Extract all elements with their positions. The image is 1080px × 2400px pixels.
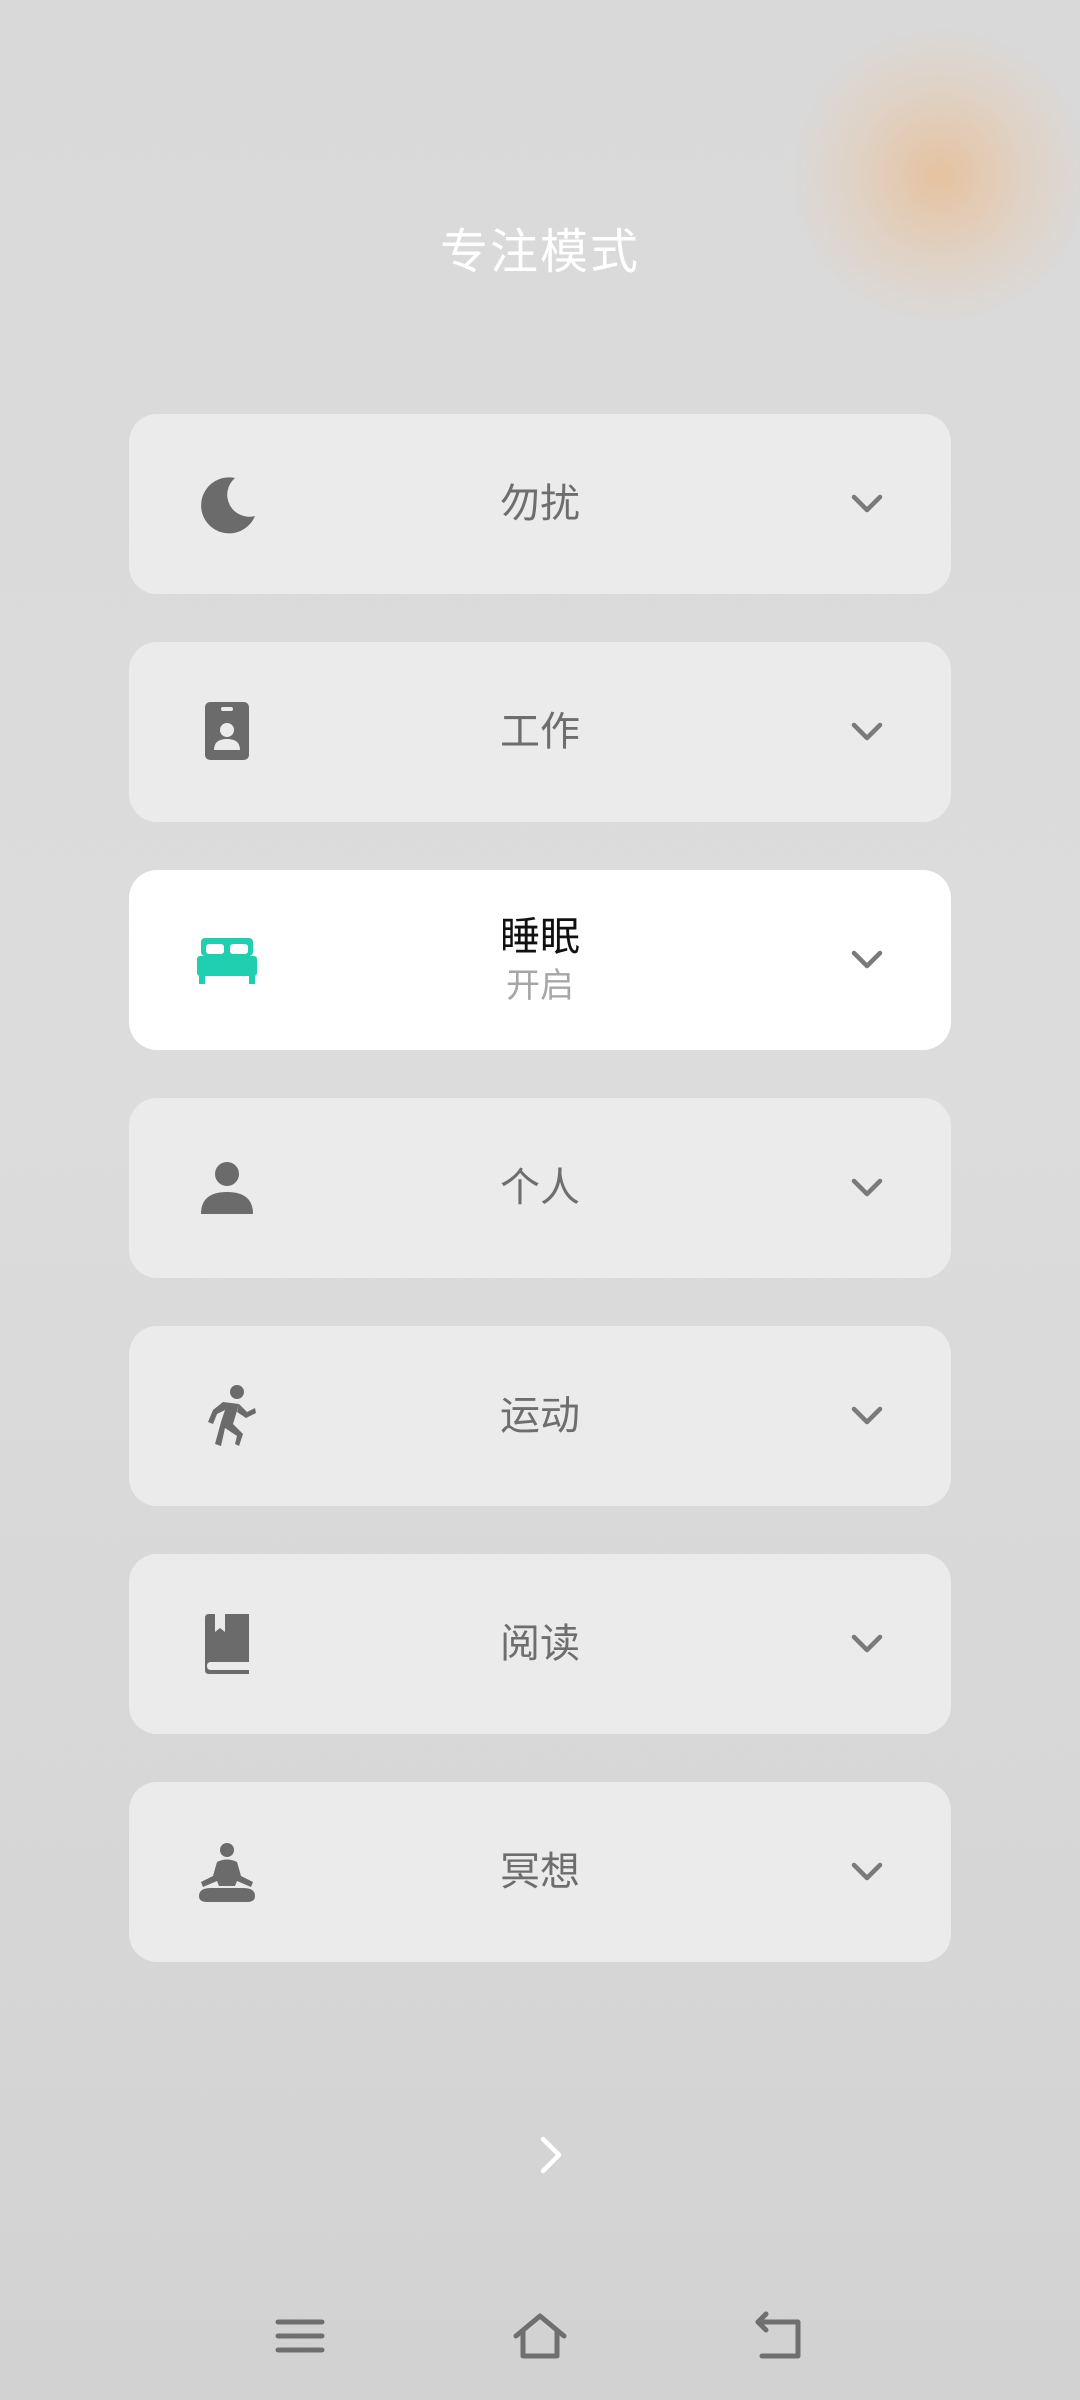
mode-label: 冥想 (500, 1849, 580, 1895)
mode-label: 运动 (500, 1393, 580, 1439)
page-title: 专注模式 (439, 224, 640, 280)
mode-card-meditation[interactable]: 冥想 (129, 1782, 951, 1962)
mode-card-work[interactable]: 工作 (129, 642, 951, 822)
mode-card-exercise[interactable]: 运动 (129, 1326, 951, 1506)
chevron-down-icon[interactable] (849, 1170, 885, 1206)
chevron-down-icon[interactable] (849, 714, 885, 750)
chevron-down-icon[interactable] (849, 1398, 885, 1434)
chevron-down-icon[interactable] (849, 1626, 885, 1662)
back-icon[interactable] (752, 2308, 808, 2364)
mode-label: 勿扰 (500, 481, 580, 527)
mode-card-dnd[interactable]: 勿扰 (129, 414, 951, 594)
mode-card-reading[interactable]: 阅读 (129, 1554, 951, 1734)
mode-label: 个人 (500, 1165, 580, 1211)
mode-label: 工作 (500, 709, 580, 755)
home-icon[interactable] (512, 2308, 568, 2364)
chevron-right-icon (540, 2136, 562, 2174)
menu-icon[interactable] (272, 2308, 328, 2364)
more-settings-link[interactable] (0, 2120, 1080, 2190)
mode-card-sleep[interactable]: 睡眠 开启 (129, 870, 951, 1050)
chevron-down-icon[interactable] (849, 942, 885, 978)
chevron-down-icon[interactable] (849, 486, 885, 522)
chevron-down-icon[interactable] (849, 1854, 885, 1890)
mode-card-personal[interactable]: 个人 (129, 1098, 951, 1278)
mode-label: 睡眠 (500, 914, 580, 960)
mode-status: 开启 (506, 966, 574, 1006)
mode-label: 阅读 (500, 1621, 580, 1667)
